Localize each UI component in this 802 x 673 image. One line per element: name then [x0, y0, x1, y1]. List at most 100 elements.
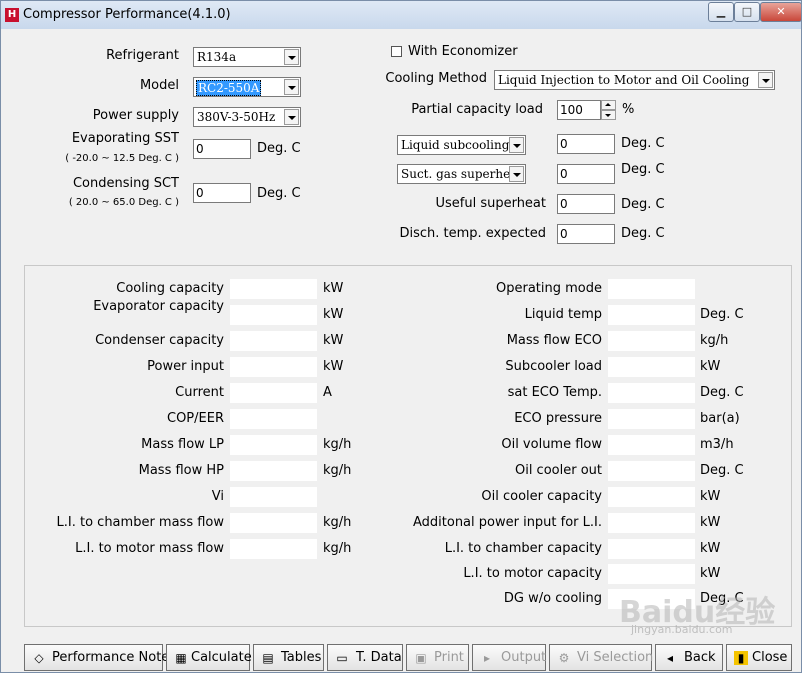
result-label: L.I. to chamber capacity [444, 541, 602, 556]
refrigerant-select[interactable]: R134a [193, 47, 301, 67]
economizer-label: With Economizer [408, 44, 518, 59]
result-label: sat ECO Temp. [507, 385, 602, 400]
result-label: ECO pressure [514, 411, 602, 426]
chevron-down-icon[interactable] [284, 109, 299, 125]
result-unit: kg/h [323, 541, 352, 556]
useful-superheat-input[interactable]: 0 [557, 194, 615, 214]
result-label: Oil volume flow [501, 437, 602, 452]
liquid-temp-output [608, 305, 695, 325]
cooling-method-select[interactable]: Liquid Injection to Motor and Oil Coolin… [494, 70, 775, 90]
result-label: Liquid temp [524, 307, 602, 322]
result-unit: m3/h [700, 437, 734, 452]
refrigerant-value: R134a [197, 50, 237, 64]
result-unit: kg/h [323, 463, 352, 478]
spin-up-icon[interactable] [601, 100, 616, 110]
result-label: Vi [211, 489, 224, 504]
button-label: Performance Note [52, 650, 170, 665]
cond-sct-label: Condensing SCT [72, 176, 179, 191]
gear-icon: ⚙ [558, 651, 570, 665]
spin-down-icon[interactable] [601, 110, 616, 120]
cooling-method-label: Cooling Method [385, 71, 487, 86]
model-value: RC2-550A [196, 80, 262, 96]
li-chamber-mass-flow-output [230, 513, 317, 533]
useful-superheat-unit: Deg. C [621, 197, 665, 212]
result-unit: kW [323, 281, 344, 296]
back-icon: ◂ [666, 651, 674, 665]
result-label: Mass flow HP [138, 463, 224, 478]
t-data-button[interactable]: ▭ T. Data [327, 644, 403, 671]
cooling-capacity-output [230, 279, 317, 299]
eco-pressure-output [608, 409, 695, 429]
app-window: H Compressor Performance(4.1.0) ▁ □ ✕ Re… [0, 0, 802, 673]
power-supply-select[interactable]: 380V-3-50Hz [193, 107, 301, 127]
chevron-down-icon[interactable] [758, 72, 773, 88]
disch-temp-input[interactable]: 0 [557, 224, 615, 244]
oil-cooler-out-output [608, 461, 695, 481]
superheat-type-select[interactable]: Suct. gas superheat [397, 164, 526, 184]
partial-load-unit: % [622, 102, 635, 117]
result-label: Oil cooler capacity [481, 489, 602, 504]
close-button[interactable]: ▮ Close [726, 644, 792, 671]
result-unit: kW [700, 515, 721, 530]
result-unit: A [323, 385, 332, 400]
result-label: L.I. to motor mass flow [75, 541, 224, 556]
calculate-button[interactable]: ▦ Calculate [166, 644, 252, 671]
result-label: Operating mode [496, 281, 602, 296]
current-output [230, 383, 317, 403]
evap-sst-input[interactable]: 0 [193, 139, 251, 159]
watermark-url: jingyan.baidu.com [631, 623, 733, 636]
liquid-subcooling-input[interactable]: 0 [557, 134, 615, 154]
button-label: Print [434, 650, 464, 665]
table-icon: ▤ [262, 651, 274, 665]
partial-load-spinner[interactable] [601, 100, 616, 120]
subcooling-type-select[interactable]: Liquid subcooling [397, 135, 526, 155]
vi-selection-button[interactable]: ⚙ Vi Selection [549, 644, 653, 671]
economizer-checkbox[interactable] [391, 46, 402, 57]
li-chamber-capacity-output [608, 539, 695, 559]
back-button[interactable]: ◂ Back [655, 644, 723, 671]
cond-sct-input[interactable]: 0 [193, 183, 251, 203]
result-label: L.I. to chamber mass flow [56, 515, 224, 530]
performance-note-button[interactable]: ◇ Performance Note [24, 644, 169, 671]
partial-load-input[interactable]: 100 [557, 100, 601, 120]
output-button[interactable]: ▸ Output [472, 644, 546, 671]
button-label: T. Data [356, 650, 402, 665]
print-button[interactable]: ▣ Print [406, 644, 469, 671]
tables-button[interactable]: ▤ Tables [253, 644, 324, 671]
result-unit: Deg. C [700, 307, 744, 322]
button-label: Output [501, 650, 547, 665]
result-label: COP/EER [167, 411, 224, 426]
vi-output [230, 487, 317, 507]
close-window-button[interactable]: ✕ [760, 2, 801, 22]
chevron-down-icon[interactable] [509, 137, 524, 153]
oil-cooler-capacity-output [608, 487, 695, 507]
additional-power-output [608, 513, 695, 533]
condenser-capacity-output [230, 331, 317, 351]
button-label: Calculate [191, 650, 252, 665]
useful-superheat-label: Useful superheat [435, 196, 546, 211]
maximize-button[interactable]: □ [734, 2, 760, 22]
chevron-down-icon[interactable] [284, 79, 299, 95]
evaporator-capacity-output [230, 305, 317, 325]
button-label: Tables [281, 650, 322, 665]
result-unit: kW [700, 489, 721, 504]
result-unit: kW [700, 359, 721, 374]
result-label: Condenser capacity [95, 333, 224, 348]
superheat-type-value: Suct. gas superheat [401, 167, 523, 181]
disch-temp-unit: Deg. C [621, 226, 665, 241]
result-unit: kg/h [323, 515, 352, 530]
chevron-down-icon[interactable] [509, 166, 524, 182]
evap-sst-unit: Deg. C [257, 141, 301, 156]
window-title: Compressor Performance(4.1.0) [23, 7, 231, 22]
button-label: Back [684, 650, 716, 665]
chevron-down-icon[interactable] [284, 49, 299, 65]
suct-superheat-input[interactable]: 0 [557, 164, 615, 184]
subcooling-type-value: Liquid subcooling [401, 138, 510, 152]
result-unit: kW [323, 307, 344, 322]
li-motor-capacity-output [608, 564, 695, 584]
printer-icon: ▣ [415, 651, 427, 665]
model-select[interactable]: RC2-550A [193, 77, 301, 97]
button-label: Close [752, 650, 788, 665]
cond-sct-range: ( 20.0 ~ 65.0 Deg. C ) [68, 197, 179, 208]
minimize-button[interactable]: ▁ [708, 2, 734, 22]
